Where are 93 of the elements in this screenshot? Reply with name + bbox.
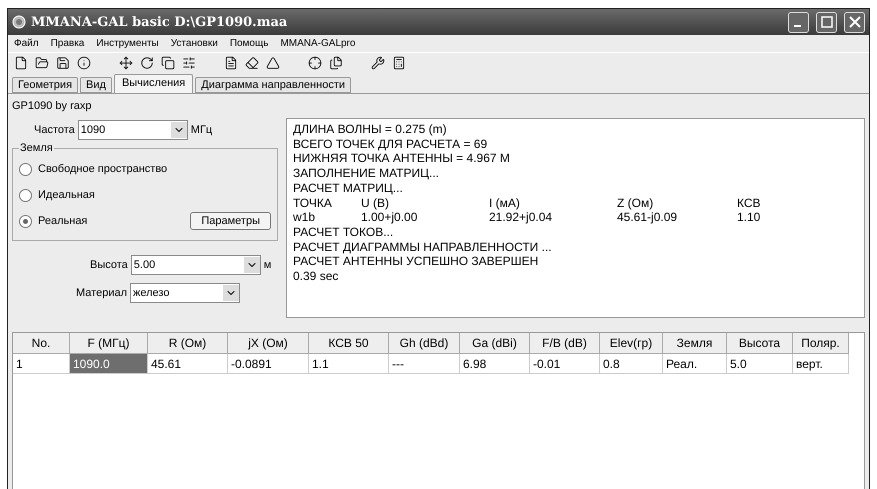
table-cell[interactable]: -0.0891 bbox=[228, 354, 309, 374]
table-cell[interactable]: 1 bbox=[13, 354, 70, 374]
column-header[interactable]: F (МГц) bbox=[70, 333, 148, 354]
column-header[interactable]: Земля bbox=[663, 333, 727, 354]
log-line: 0.39 sec bbox=[293, 269, 338, 284]
radio-label: Свободное пространство bbox=[38, 163, 168, 175]
radio-button[interactable] bbox=[19, 188, 32, 202]
parameters-button[interactable]: Параметры bbox=[190, 212, 271, 230]
rotate-icon[interactable] bbox=[140, 56, 154, 70]
tab[interactable]: Вид bbox=[80, 77, 112, 93]
document-icon[interactable] bbox=[224, 56, 238, 70]
menu-item[interactable]: Инструменты bbox=[96, 38, 159, 49]
radio-label: Реальная bbox=[38, 215, 88, 227]
log-line: ЗАПОЛНЕНИЕ МАТРИЦ... bbox=[293, 166, 440, 180]
log-line: ДЛИНА ВОЛНЫ = 0.275 (m) bbox=[293, 122, 447, 136]
menu-item[interactable]: Помощь bbox=[230, 38, 268, 49]
log-value: 1.00+j0.00 bbox=[361, 210, 418, 225]
app-logo-icon bbox=[12, 15, 26, 29]
info-icon[interactable] bbox=[77, 56, 91, 70]
tab[interactable]: Вычисления bbox=[114, 74, 194, 93]
field-label: Частота bbox=[34, 124, 75, 136]
column-header[interactable]: КСВ 50 bbox=[309, 333, 389, 354]
maximize-button[interactable] bbox=[816, 12, 837, 32]
menu-item[interactable]: Файл bbox=[14, 38, 39, 49]
log-value: 21.92+j0.04 bbox=[489, 210, 554, 225]
column-header[interactable]: Elev(гр) bbox=[600, 333, 663, 354]
menu-item[interactable]: MMANA-GALpro bbox=[280, 38, 356, 49]
tab[interactable]: Геометрия bbox=[12, 77, 78, 93]
height-dropdown[interactable]: 5.00 bbox=[130, 255, 261, 275]
table-cell[interactable]: 1090.0 bbox=[70, 354, 148, 374]
table-cell[interactable]: верт. bbox=[793, 354, 849, 374]
column-header[interactable]: Поляр. bbox=[793, 333, 849, 354]
column-header[interactable]: R (Ом) bbox=[148, 333, 228, 354]
log-line: РАСЧЕТ ТОКОВ... bbox=[293, 224, 394, 239]
log-value: I (мА) bbox=[489, 196, 521, 210]
unit-label: м bbox=[264, 259, 272, 271]
table-cell[interactable]: Реал. bbox=[663, 354, 727, 374]
log-value: U (B) bbox=[361, 196, 390, 210]
log-value: ТОЧКА bbox=[293, 196, 333, 210]
field-label: Материал bbox=[76, 287, 127, 299]
table-cell[interactable]: 0.8 bbox=[600, 354, 663, 374]
log-value: Z (Ом) bbox=[617, 196, 654, 210]
table-cell[interactable]: 1.1 bbox=[309, 354, 389, 374]
minimize-icon bbox=[794, 25, 800, 27]
radio-label: Идеальная bbox=[38, 189, 95, 201]
log-value: 1.10 bbox=[737, 210, 762, 225]
log-value: КСВ bbox=[737, 196, 762, 210]
frequency-dropdown[interactable]: 1090 bbox=[78, 120, 188, 140]
column-header[interactable]: Gh (dBd) bbox=[389, 333, 460, 354]
eraser-icon[interactable] bbox=[245, 56, 259, 70]
log-value: 45.61-j0.09 bbox=[617, 210, 678, 225]
close-icon bbox=[848, 16, 860, 28]
log-line: РАСЧЕТ АНТЕННЫ УСПЕШНО ЗАВЕРШЕН bbox=[293, 254, 538, 268]
column-header[interactable]: jX (Ом) bbox=[228, 333, 309, 354]
column-header[interactable]: Ga (dBi) bbox=[460, 333, 530, 354]
unit-label: МГц bbox=[190, 124, 212, 136]
calculator-icon[interactable] bbox=[392, 56, 406, 70]
field-label: Высота bbox=[90, 259, 128, 271]
copy-icon[interactable] bbox=[161, 56, 175, 70]
tools-icon[interactable] bbox=[371, 56, 385, 70]
maximize-icon bbox=[820, 16, 832, 28]
move-icon[interactable] bbox=[119, 56, 133, 70]
pages-icon[interactable] bbox=[329, 56, 343, 70]
antenna-name: GP1090 by raxp bbox=[12, 100, 92, 112]
close-button[interactable] bbox=[844, 12, 865, 32]
menu-item[interactable]: Установки bbox=[170, 38, 218, 49]
log-line: ВСЕГО ТОЧЕК ДЛЯ РАСЧЕТА = 69 bbox=[293, 136, 488, 151]
column-header[interactable]: Высота bbox=[727, 333, 793, 354]
menu-item[interactable]: Правка bbox=[50, 38, 84, 49]
crosshair-icon[interactable] bbox=[308, 56, 322, 70]
new-file-icon[interactable] bbox=[14, 56, 28, 70]
minimize-button[interactable] bbox=[788, 12, 809, 32]
table-cell[interactable]: 6.98 bbox=[460, 354, 530, 374]
log-line: РАСЧЕТ МАТРИЦ... bbox=[293, 180, 403, 195]
material-dropdown[interactable]: железо bbox=[130, 283, 240, 303]
tab[interactable]: Диаграмма направленности bbox=[195, 77, 352, 93]
table-cell[interactable]: --- bbox=[389, 354, 460, 374]
radio-button[interactable] bbox=[19, 214, 32, 228]
log-line: НИЖНЯЯ ТОЧКА АНТЕННЫ = 4.967 М bbox=[293, 151, 510, 166]
log-value: w1b bbox=[293, 210, 316, 225]
table-cell[interactable]: 5.0 bbox=[727, 354, 793, 374]
table-cell[interactable]: 45.61 bbox=[148, 354, 228, 374]
save-icon[interactable] bbox=[56, 56, 70, 70]
open-folder-icon[interactable] bbox=[35, 56, 49, 70]
radio-button[interactable] bbox=[19, 162, 32, 176]
log-line: РАСЧЕТ ДИАГРАММЫ НАПРАВЛЕННОСТИ ... bbox=[293, 240, 552, 254]
column-header[interactable]: F/B (dB) bbox=[530, 333, 600, 354]
table-cell[interactable]: -0.01 bbox=[530, 354, 600, 374]
triangle-icon[interactable] bbox=[266, 56, 280, 70]
sliders-icon[interactable] bbox=[182, 56, 196, 70]
column-header[interactable]: No. bbox=[13, 333, 70, 354]
window-title: MMANA-GAL basic D:\GP1090.maa bbox=[31, 14, 288, 30]
group-title: Земля bbox=[19, 142, 54, 154]
